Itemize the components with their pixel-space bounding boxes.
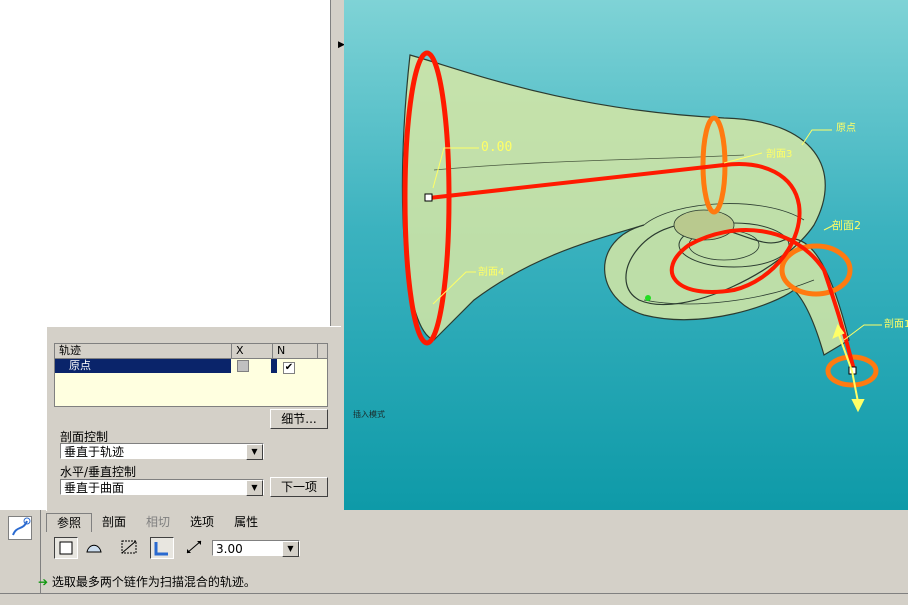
tab-sections[interactable]: 剖面 [92,513,136,531]
n-checkbox[interactable]: ✔ [283,362,295,374]
next-button[interactable]: 下一项 [270,477,328,497]
remove-material-icon[interactable] [118,537,142,559]
sweep-blend-feature-icon [8,516,32,540]
hv-control-value: 垂直于曲面 [64,481,125,495]
section4-label: 剖面4 [478,265,504,278]
start-point-icon[interactable] [424,193,433,202]
tab-options[interactable]: 选项 [180,513,224,531]
origin-label: 原点 [836,122,856,134]
tab-properties[interactable]: 属性 [224,513,268,531]
section-control-value: 垂直于轨迹 [64,445,125,459]
section1-label: 剖面1 [884,317,908,330]
thickness-value: 3.00 [216,542,243,556]
horn-model [401,54,850,356]
thicken-icon[interactable] [150,537,174,559]
x-checkbox[interactable] [237,360,249,372]
green-point-icon [645,295,651,301]
trajectory-table[interactable]: 轨迹 X N 原点 ✔ [54,343,328,407]
thickness-select[interactable]: 3.00 ▼ [212,540,300,557]
status-bar: ➔ 选取最多两个链作为扫描混合的轨迹。 [38,573,256,590]
dashboard-icon-area [0,510,41,604]
bottom-border [0,593,908,605]
value-label[interactable]: 0.00 [481,140,512,155]
table-header: 轨迹 X N [55,344,327,359]
header-n: N [273,344,318,358]
tab-tangency[interactable]: 相切 [136,513,180,531]
section2-label: 剖面2 [832,218,861,232]
header-trajectory: 轨迹 [55,344,232,358]
flip-direction-icon[interactable] [183,537,207,559]
mode-text: 插入模式 [353,409,385,419]
header-x: X [232,344,273,358]
surface-icon[interactable] [83,537,107,559]
chevron-down-icon[interactable]: ▼ [282,541,299,557]
arrow-green-icon: ➔ [38,575,49,589]
model-canvas[interactable]: 0.00 剖面4 剖面3 原点 剖面2 剖面1 插入模式 [344,0,908,510]
details-button[interactable]: 细节... [270,409,328,429]
section3-label: 剖面3 [766,147,792,160]
hv-control-select[interactable]: 垂直于曲面 ▼ [60,479,264,496]
dashboard-tabs: 参照 剖面 相切 选项 属性 [46,513,268,533]
chevron-down-icon[interactable]: ▼ [246,480,263,496]
graphics-viewport[interactable]: 0.00 剖面4 剖面3 原点 剖面2 剖面1 插入模式 [344,0,908,510]
row-name: 原点 [69,359,91,372]
chevron-down-icon[interactable]: ▼ [246,444,263,460]
status-message: 选取最多两个链作为扫描混合的轨迹。 [51,575,256,589]
hv-control-label: 水平/垂直控制 [60,465,137,479]
tab-references[interactable]: 参照 [46,513,93,532]
section-control-select[interactable]: 垂直于轨迹 ▼ [60,443,264,460]
table-row[interactable]: 原点 [55,359,285,373]
solid-icon[interactable] [54,537,78,559]
